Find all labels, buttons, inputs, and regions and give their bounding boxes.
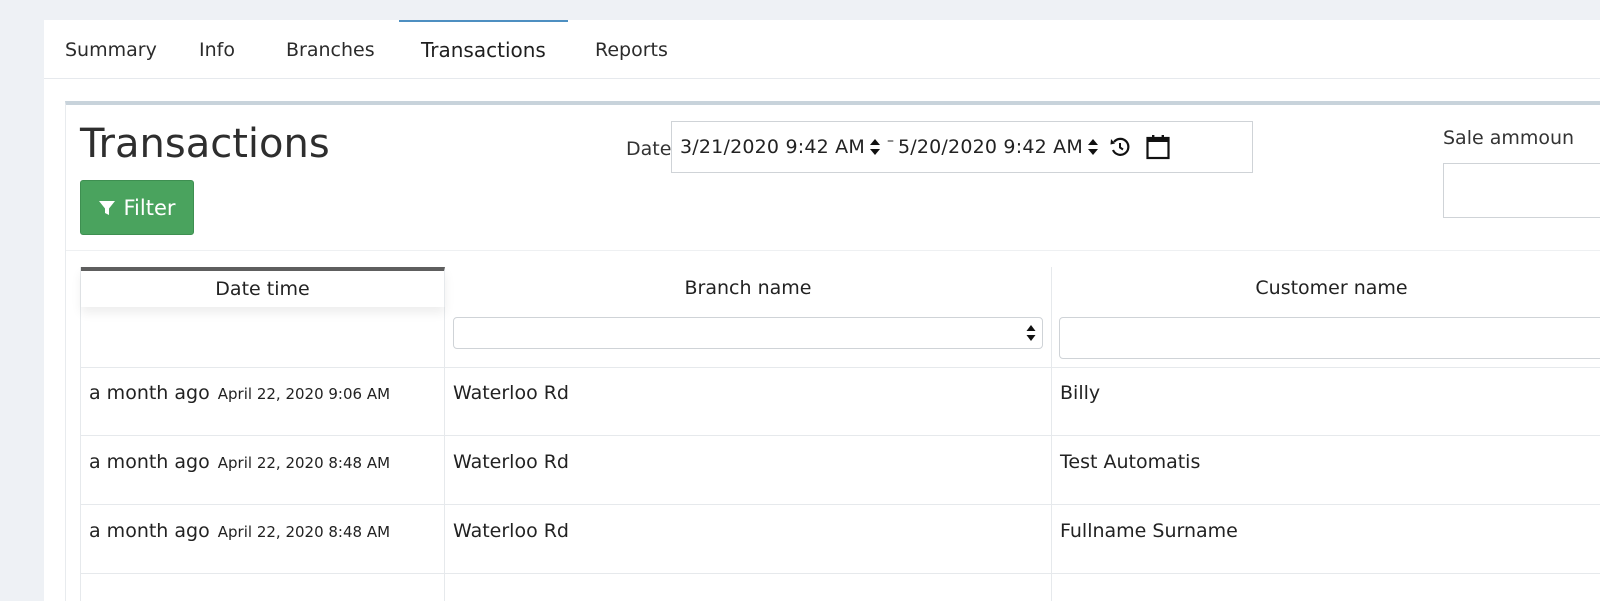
panel-divider bbox=[66, 250, 1600, 251]
tab-info[interactable]: Info bbox=[199, 20, 235, 78]
branch-name-filter-select[interactable] bbox=[453, 317, 1043, 349]
branch-name-cell: Waterloo Rd bbox=[453, 520, 569, 542]
reset-history-icon bbox=[1110, 137, 1130, 156]
absolute-time: April 22, 2020 8:48 AM bbox=[217, 454, 391, 472]
customer-name-cell: Billy bbox=[1060, 382, 1101, 404]
column-header-date-time[interactable]: Date time bbox=[81, 267, 445, 307]
tab-transactions[interactable]: Transactions bbox=[399, 20, 568, 78]
tab-summary[interactable]: Summary bbox=[65, 20, 157, 78]
filter-button[interactable]: Filter bbox=[80, 180, 194, 235]
relative-time: a month ago bbox=[89, 451, 210, 473]
transactions-panel: Transactions Filter Date 3/21/2020 9:42 … bbox=[65, 101, 1600, 601]
table-row[interactable]: a month ago April 22, 2020 8:48 AM Water… bbox=[81, 436, 1600, 505]
calendar-button[interactable] bbox=[1145, 134, 1171, 160]
page-title: Transactions bbox=[80, 121, 330, 167]
customer-name-filter-input[interactable] bbox=[1059, 317, 1600, 359]
transactions-card: Summary Info Branches Transactions Repor… bbox=[44, 20, 1600, 601]
customer-name-cell: Fullname Surname bbox=[1060, 520, 1238, 542]
branch-name-cell: Waterloo Rd bbox=[453, 382, 569, 404]
customer-name-cell: Test Automatis bbox=[1060, 451, 1201, 473]
date-range-picker[interactable]: 3/21/2020 9:42 AM – 5/20/2020 9:42 AM bbox=[671, 121, 1253, 173]
table-filter-row bbox=[81, 307, 1600, 368]
date-label: Date bbox=[626, 138, 672, 160]
date-from-value[interactable]: 3/21/2020 9:42 AM bbox=[680, 136, 865, 158]
date-time-cell: a month ago April 22, 2020 9:06 AM bbox=[89, 367, 390, 435]
relative-time: a month ago bbox=[89, 520, 210, 542]
sale-amount-label: Sale ammoun bbox=[1443, 127, 1575, 149]
tab-branches[interactable]: Branches bbox=[286, 20, 375, 78]
absolute-time: April 22, 2020 9:06 AM bbox=[217, 385, 391, 403]
absolute-time: April 22, 2020 8:48 AM bbox=[217, 523, 391, 541]
calendar-icon bbox=[1146, 135, 1170, 160]
date-time-cell: a month ago April 22, 2020 8:48 AM bbox=[89, 436, 390, 504]
filter-button-label: Filter bbox=[123, 195, 176, 220]
funnel-icon bbox=[99, 200, 116, 215]
relative-time: a month ago bbox=[89, 382, 210, 404]
column-header-branch-name[interactable]: Branch name bbox=[445, 267, 1052, 307]
column-header-customer-name[interactable]: Customer name bbox=[1052, 267, 1600, 307]
up-down-arrows-icon[interactable] bbox=[1087, 137, 1099, 157]
sale-amount-input[interactable] bbox=[1443, 163, 1600, 218]
date-range-separator: – bbox=[886, 133, 894, 149]
reset-date-button[interactable] bbox=[1109, 136, 1131, 158]
table-row[interactable]: a month ago April 22, 2020 8:48 AM Water… bbox=[81, 505, 1600, 574]
tab-bar: Summary Info Branches Transactions Repor… bbox=[44, 20, 1600, 79]
up-down-arrows-icon[interactable] bbox=[869, 137, 881, 157]
date-to-value[interactable]: 5/20/2020 9:42 AM bbox=[898, 136, 1083, 158]
transactions-table: Date time Branch name Customer name a mo… bbox=[80, 267, 1600, 601]
tab-reports[interactable]: Reports bbox=[595, 20, 668, 78]
table-row[interactable]: a month ago April 22, 2020 9:06 AM Water… bbox=[81, 367, 1600, 436]
date-time-cell: a month ago April 22, 2020 8:48 AM bbox=[89, 505, 390, 573]
up-down-arrows-icon bbox=[1026, 325, 1036, 341]
branch-name-cell: Waterloo Rd bbox=[453, 451, 569, 473]
